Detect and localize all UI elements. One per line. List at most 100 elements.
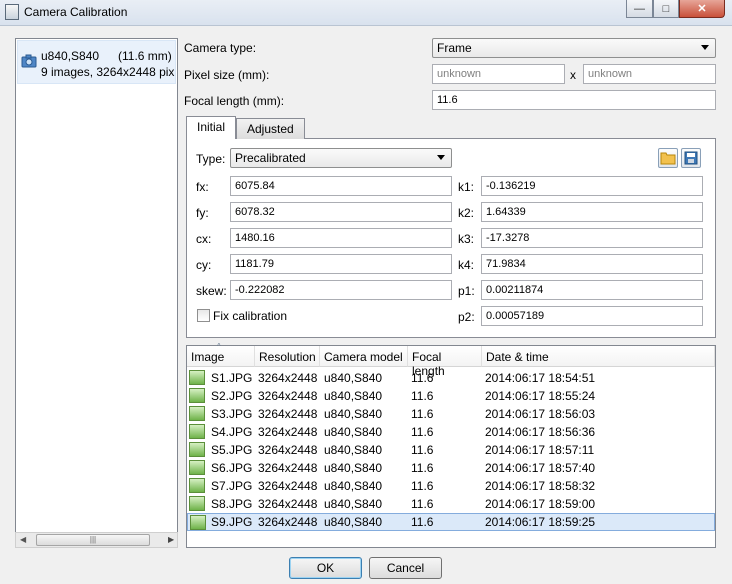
cell-camera-model: u840,S840 [324,425,383,439]
scroll-left-icon[interactable]: ◀ [20,535,26,544]
cell-focal-length: 11.6 [411,497,434,511]
cell-date-time: 2014:06:17 18:57:11 [485,443,595,457]
param-label-k3: k3: [458,232,475,246]
type-select[interactable]: Precalibrated [230,148,452,168]
param-input-k3[interactable]: -17.3278 [481,228,703,248]
pixel-size-y-input[interactable]: unknown [583,64,716,84]
cell-image: S2.JPG [211,389,253,403]
ok-button[interactable]: OK [289,557,362,579]
cell-focal-length: 11.6 [411,443,434,457]
cell-resolution: 3264x2448 [258,389,318,403]
param-input-fx[interactable]: 6075.84 [230,176,452,196]
cell-resolution: 3264x2448 [258,515,318,529]
column-header-image[interactable]: Image ^ [187,342,255,367]
table-row[interactable]: S8.JPG 3264x2448 u840,S840 11.6 2014:06:… [187,495,715,513]
param-input-k4[interactable]: 71.9834 [481,254,703,274]
pixel-size-label: Pixel size (mm): [184,68,270,82]
cell-resolution: 3264x2448 [258,497,318,511]
scrollbar-thumb[interactable]: ||| [36,534,150,546]
chevron-down-icon [437,155,445,160]
pixel-size-separator: x [570,68,576,82]
maximize-icon: □ [662,2,670,15]
image-file-icon [189,478,205,493]
cell-image: S5.JPG [211,443,253,457]
maximize-button[interactable]: □ [653,0,679,18]
cell-date-time: 2014:06:17 18:58:32 [485,479,596,493]
image-file-icon [189,442,205,457]
tab-adjusted[interactable]: Adjusted [236,118,305,139]
table-row[interactable]: S3.JPG 3264x2448 u840,S840 11.6 2014:06:… [187,405,715,423]
close-icon: ✕ [697,3,707,15]
cell-camera-model: u840,S840 [324,389,383,403]
table-row[interactable]: S6.JPG 3264x2448 u840,S840 11.6 2014:06:… [187,459,715,477]
param-input-k1[interactable]: -0.136219 [481,176,703,196]
param-label-cy: cy: [196,258,212,272]
image-file-icon [189,460,205,475]
cell-resolution: 3264x2448 [258,425,318,439]
column-header-camera-model[interactable]: Camera model [320,346,408,367]
image-file-icon [189,496,205,511]
tab-initial[interactable]: Initial [186,116,237,139]
cell-camera-model: u840,S840 [324,515,383,529]
column-header-focal-length[interactable]: Focal length [408,346,482,378]
table-row[interactable]: S5.JPG 3264x2448 u840,S840 11.6 2014:06:… [187,441,715,459]
param-input-skew[interactable]: -0.222082 [230,280,452,300]
cell-date-time: 2014:06:17 18:56:03 [485,407,596,421]
table-row-selected[interactable]: S9.JPG 3264x2448 u840,S840 11.6 2014:06:… [187,513,715,531]
minimize-button[interactable]: — [626,0,653,18]
load-calibration-button[interactable] [658,148,678,168]
cell-camera-model: u840,S840 [324,407,383,421]
focal-length-label: Focal length (mm): [184,94,285,108]
column-header-label: Image [191,350,225,364]
camera-focal: (11.6 mm) [118,49,172,63]
cell-image: S9.JPG [211,515,253,529]
param-label-p1: p1: [458,284,475,298]
cell-camera-model: u840,S840 [324,497,383,511]
param-label-fy: fy: [196,206,209,220]
table-row[interactable]: S1.JPG 3264x2448 u840,S840 11.6 2014:06:… [187,369,715,387]
param-label-k1: k1: [458,180,475,194]
table-row[interactable]: S2.JPG 3264x2448 u840,S840 11.6 2014:06:… [187,387,715,405]
camera-type-value: Frame [437,41,472,55]
cell-camera-model: u840,S840 [324,443,383,457]
camera-type-select[interactable]: Frame [432,38,716,58]
cell-date-time: 2014:06:17 18:57:40 [485,461,596,475]
param-input-k2[interactable]: 1.64339 [481,202,703,222]
close-button[interactable]: ✕ [679,0,725,18]
column-header-label: Date & time [486,350,549,364]
camera-list[interactable] [15,38,178,548]
pixel-size-x-input[interactable]: unknown [432,64,565,84]
fix-calibration-checkbox[interactable] [197,309,210,322]
param-input-cx[interactable]: 1480.16 [230,228,452,248]
scroll-right-icon[interactable]: ▶ [168,535,174,544]
cell-resolution: 3264x2448 [258,479,318,493]
film-icon [5,4,19,20]
column-header-date-time[interactable]: Date & time [482,346,715,367]
cell-resolution: 3264x2448 [258,443,318,457]
cell-image: S8.JPG [211,497,253,511]
param-label-p2: p2: [458,310,475,324]
cell-image: S1.JPG [211,371,253,385]
fix-calibration-label: Fix calibration [213,309,288,323]
cell-focal-length: 11.6 [411,461,434,475]
param-input-p1[interactable]: 0.00211874 [481,280,703,300]
table-row[interactable]: S4.JPG 3264x2448 u840,S840 11.6 2014:06:… [187,423,715,441]
minimize-icon: — [634,2,645,15]
save-calibration-button[interactable] [681,148,701,168]
cancel-button[interactable]: Cancel [369,557,442,579]
param-input-cy[interactable]: 1181.79 [230,254,452,274]
table-row[interactable]: S7.JPG 3264x2448 u840,S840 11.6 2014:06:… [187,477,715,495]
focal-length-input[interactable]: 11.6 [432,90,716,110]
param-input-fy[interactable]: 6078.32 [230,202,452,222]
type-label: Type: [196,152,226,166]
param-label-k4: k4: [458,258,475,272]
cell-image: S6.JPG [211,461,253,475]
param-label-fx: fx: [196,180,209,194]
image-file-icon [189,388,205,403]
cell-camera-model: u840,S840 [324,371,383,385]
window-title: Camera Calibration [24,5,128,19]
camera-name: u840,S840 [41,49,100,63]
param-input-p2[interactable]: 0.00057189 [481,306,703,326]
cell-date-time: 2014:06:17 18:55:24 [485,389,596,403]
column-header-resolution[interactable]: Resolution [255,346,320,367]
